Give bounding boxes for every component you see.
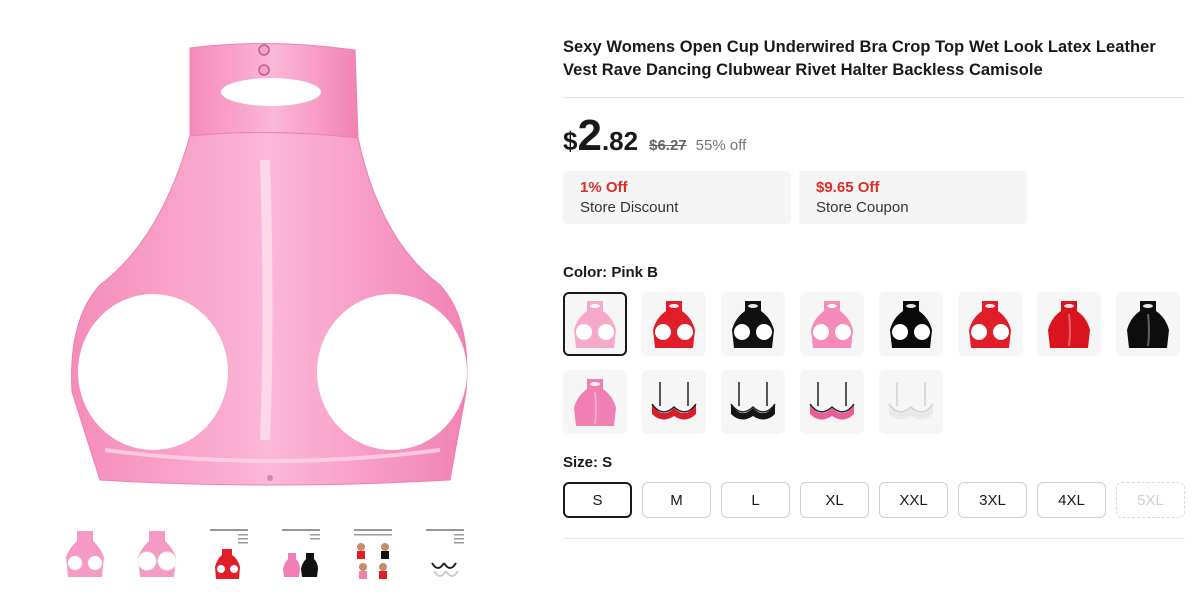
thumbnail-1[interactable] [60, 525, 110, 583]
color-swatch-10[interactable] [642, 370, 706, 434]
price-integer: 2 [577, 111, 602, 160]
original-price: $6.27 [649, 137, 687, 154]
size-option-m[interactable]: M [642, 482, 711, 518]
color-label: Color: Pink B [563, 264, 659, 281]
promo-subtitle: Store Discount [580, 199, 679, 216]
thumbnail-3[interactable] [204, 525, 254, 583]
promo-title: 1% Off [580, 179, 628, 196]
size-option-l[interactable]: L [721, 482, 790, 518]
thumbnail-4[interactable] [276, 525, 326, 583]
main-product-image[interactable] [20, 20, 520, 510]
promo-title: $9.65 Off [816, 179, 880, 196]
color-swatch-7[interactable] [1037, 292, 1101, 356]
color-swatch-9[interactable] [563, 370, 627, 434]
product-gallery [0, 0, 540, 605]
color-swatch-12[interactable] [800, 370, 864, 434]
thumbnail-5[interactable] [348, 525, 398, 583]
size-option-xxl[interactable]: XXL [879, 482, 948, 518]
size-option-4xl[interactable]: 4XL [1037, 482, 1106, 518]
size-option-list: S M L XL XXL 3XL 4XL 5XL [563, 482, 1185, 518]
color-swatch-13[interactable] [879, 370, 943, 434]
price-row: $ 2 .82 $6.27 55% off [563, 114, 1185, 162]
color-swatch-4[interactable] [800, 292, 864, 356]
color-swatch-8[interactable] [1116, 292, 1180, 356]
size-option-s[interactable]: S [563, 482, 632, 518]
size-label: Size: S [563, 454, 613, 471]
color-swatch-3[interactable] [721, 292, 785, 356]
size-option-3xl[interactable]: 3XL [958, 482, 1027, 518]
price-decimal: .82 [601, 126, 639, 156]
color-swatch-1[interactable] [563, 292, 627, 356]
color-swatch-6[interactable] [958, 292, 1022, 356]
thumbnail-6[interactable] [420, 525, 470, 583]
promo-row: 1% Off Store Discount $9.65 Off Store Co… [563, 171, 1185, 224]
product-info-panel: Sexy Womens Open Cup Underwired Bra Crop… [563, 36, 1185, 539]
size-option-5xl: 5XL [1116, 482, 1185, 518]
color-swatch-5[interactable] [879, 292, 943, 356]
divider [563, 538, 1185, 539]
divider [563, 97, 1185, 98]
thumbnail-2[interactable] [132, 525, 182, 583]
color-swatch-2[interactable] [642, 292, 706, 356]
store-coupon-card[interactable]: $9.65 Off Store Coupon [799, 171, 1027, 224]
color-swatch-11[interactable] [721, 370, 785, 434]
promo-subtitle: Store Coupon [816, 199, 909, 216]
color-swatch-list [563, 292, 1200, 434]
discount-percent: 55% off [695, 137, 747, 154]
thumbnail-strip [60, 525, 470, 583]
price-currency: $ [563, 126, 578, 156]
size-option-xl[interactable]: XL [800, 482, 869, 518]
store-discount-card[interactable]: 1% Off Store Discount [563, 171, 791, 224]
product-title: Sexy Womens Open Cup Underwired Bra Crop… [563, 38, 1156, 79]
